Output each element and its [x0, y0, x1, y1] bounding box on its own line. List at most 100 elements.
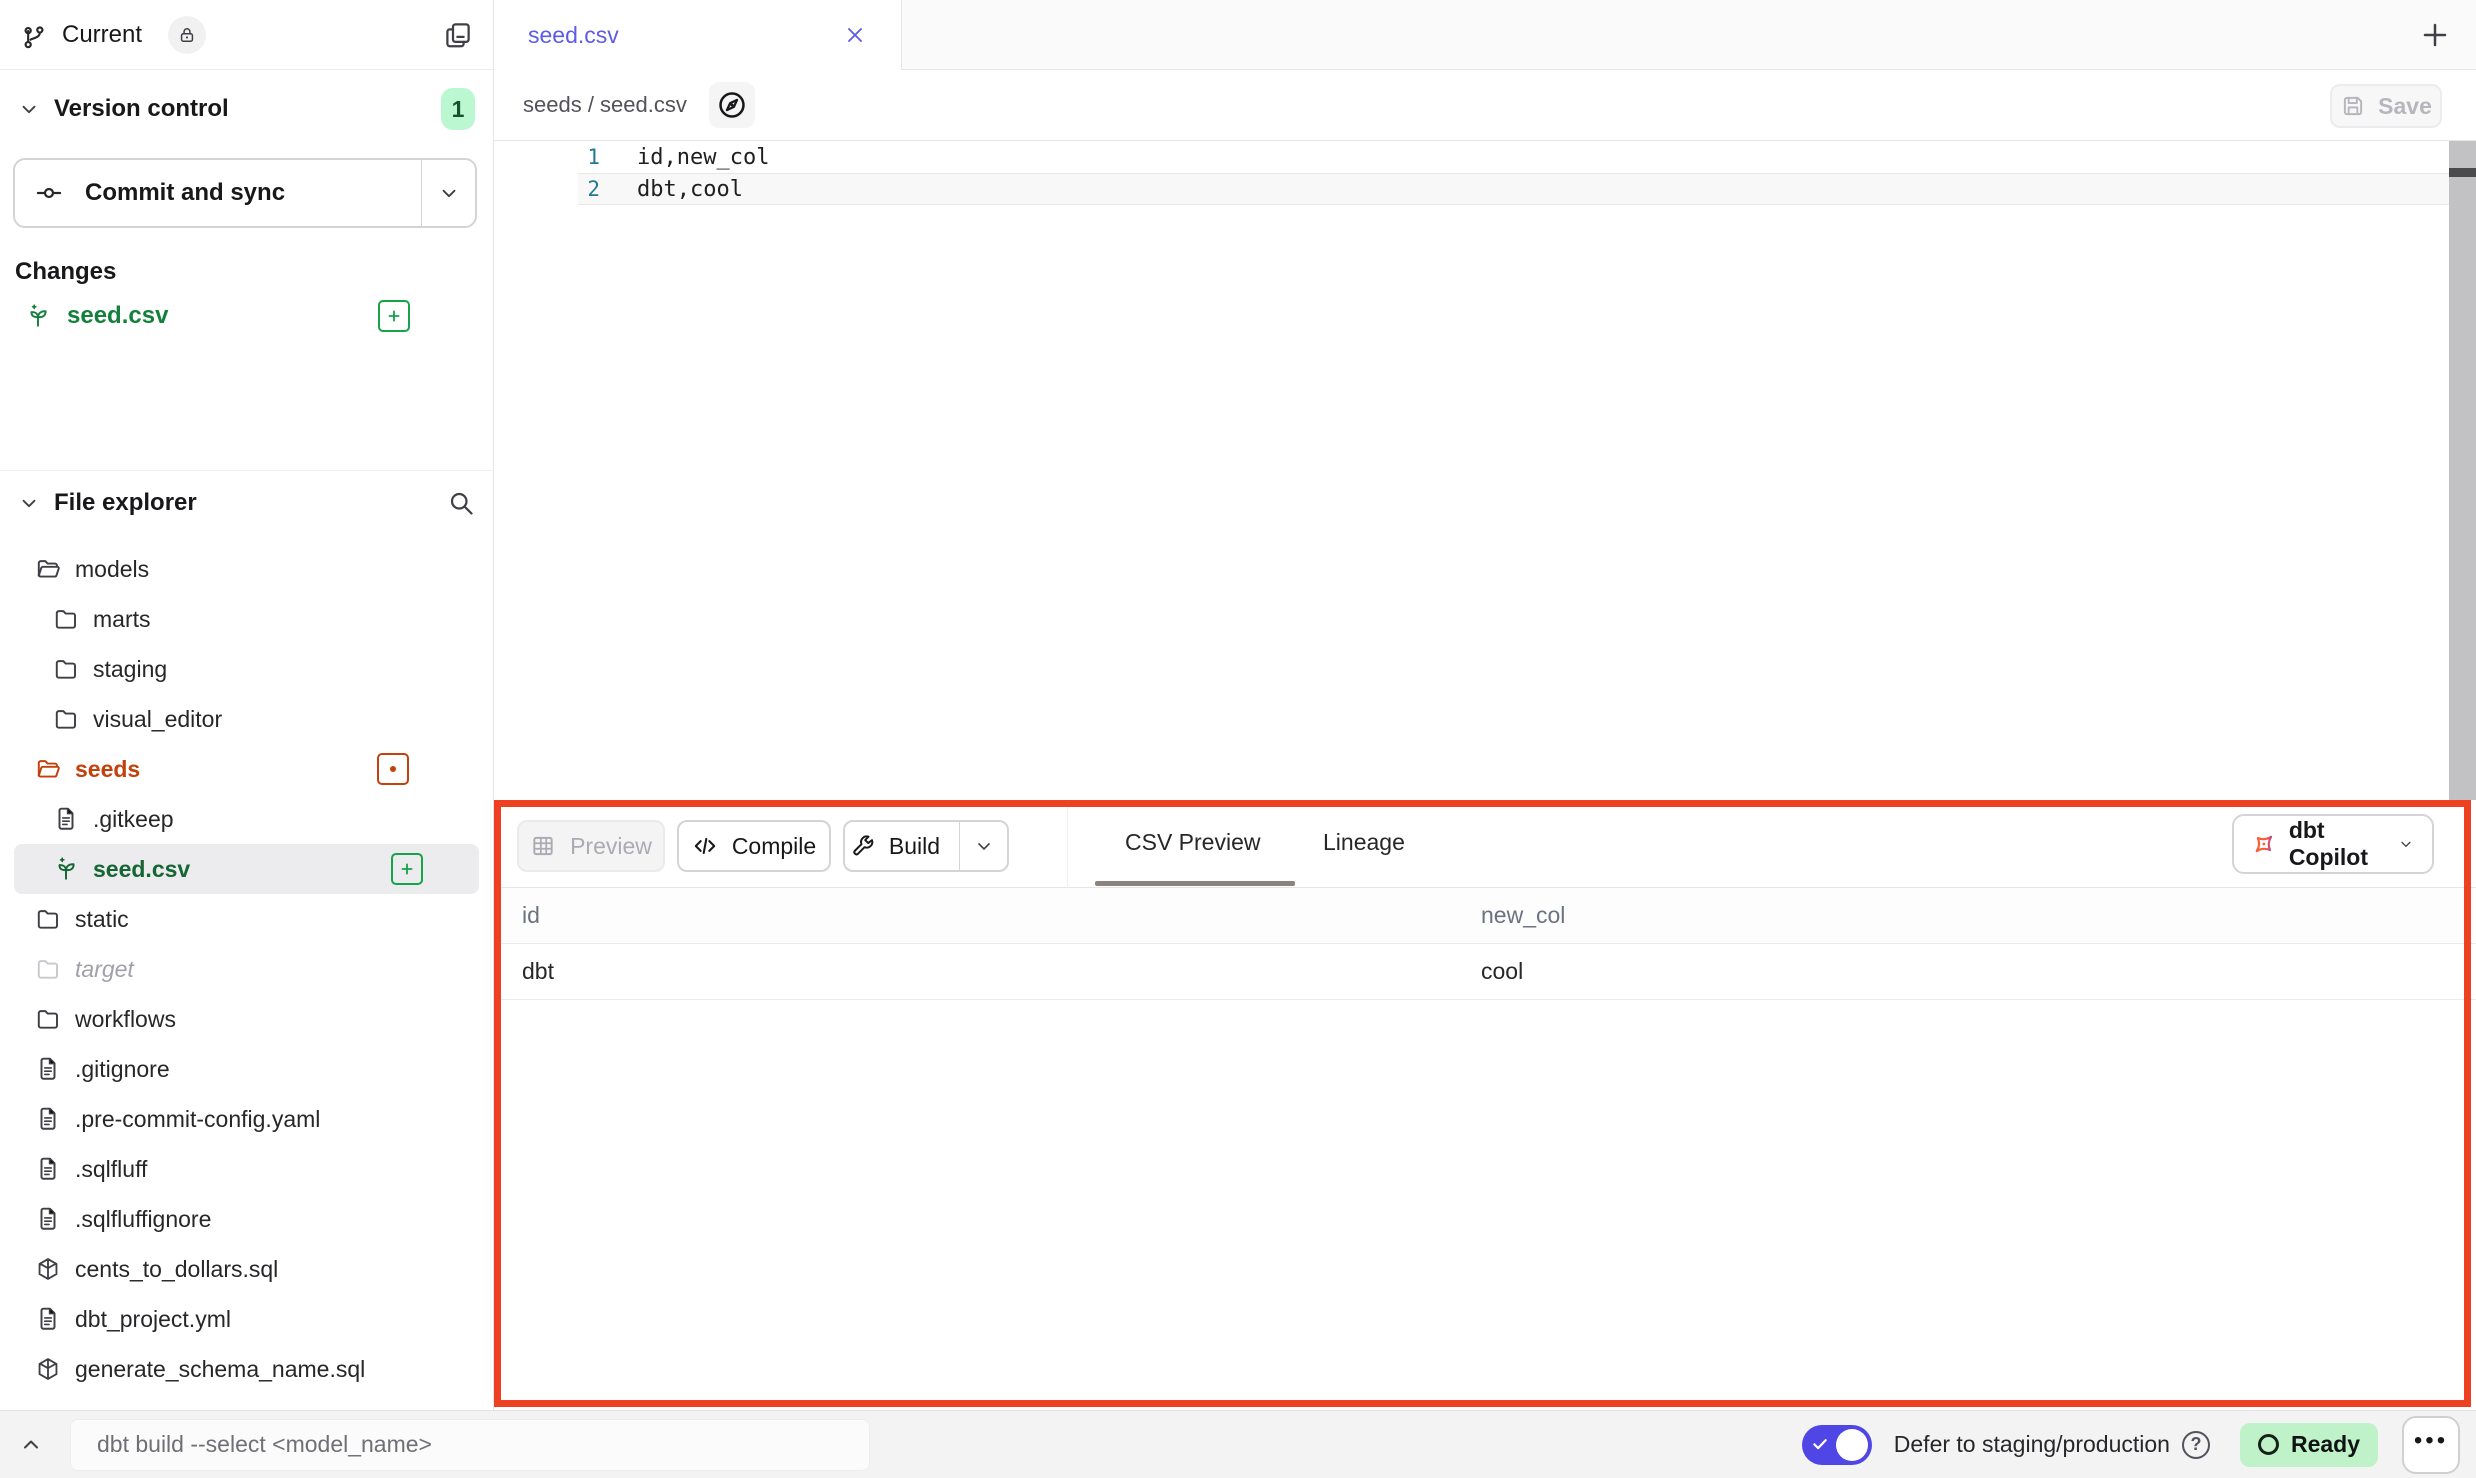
dbt-copilot-icon: [2252, 829, 2276, 859]
tree-item-staging[interactable]: staging: [14, 644, 479, 694]
changed-file-name: seed.csv: [67, 302, 168, 330]
chevron-down-icon: [18, 492, 40, 514]
changed-file-seed-csv[interactable]: seed.csv: [14, 294, 480, 338]
commit-and-sync-main[interactable]: Commit and sync: [15, 179, 421, 207]
changes-title: Changes: [15, 258, 116, 286]
folder-icon: [53, 656, 79, 682]
more-options-button[interactable]: •••: [2402, 1416, 2460, 1474]
file-icon: [35, 1306, 61, 1332]
plus-icon: [2420, 20, 2450, 50]
status-ring-icon: [2258, 1434, 2279, 1455]
toggle-knob: [1836, 1429, 1868, 1461]
tab-title: seed.csv: [528, 22, 619, 49]
commit-options-dropdown[interactable]: [421, 160, 475, 226]
commit-and-sync-label: Commit and sync: [85, 179, 285, 207]
expand-command-bar-button[interactable]: [0, 1411, 62, 1478]
file-icon: [35, 1156, 61, 1182]
tree-item-sqlfluff[interactable]: .sqlfluff: [14, 1144, 479, 1194]
branch-selector[interactable]: Current: [20, 16, 206, 54]
breadcrumb: seeds / seed.csv: [523, 92, 687, 118]
table-grid-icon: [530, 833, 556, 859]
lock-icon: [177, 25, 197, 45]
toolbar-divider: [1067, 800, 1068, 888]
new-tab-button[interactable]: [2420, 20, 2450, 50]
close-icon: [843, 23, 867, 47]
stage-file-button[interactable]: [378, 300, 410, 332]
chevron-down-icon: [438, 182, 460, 204]
tab-csv-preview[interactable]: CSV Preview: [1125, 800, 1260, 884]
folder-icon: [35, 906, 61, 932]
tree-item-label: generate_schema_name.sql: [75, 1356, 365, 1383]
defer-toggle[interactable]: [1802, 1425, 1872, 1465]
editor-line-1[interactable]: 1 id,new_col: [494, 141, 2476, 173]
tree-item-sqlfluffignore[interactable]: .sqlfluffignore: [14, 1194, 479, 1244]
file-search-button[interactable]: [447, 489, 475, 517]
tree-item-gitignore[interactable]: .gitignore: [14, 1044, 479, 1094]
tab-close-button[interactable]: [843, 23, 867, 47]
tree-item-target[interactable]: target: [14, 944, 479, 994]
tree-item-seed-csv[interactable]: seed.csv: [14, 844, 479, 894]
tab-seed-csv[interactable]: seed.csv: [494, 0, 902, 70]
compile-label: Compile: [732, 833, 816, 860]
tree-item-workflows[interactable]: workflows: [14, 994, 479, 1044]
compile-button[interactable]: Compile: [677, 820, 831, 872]
plus-icon: [397, 859, 417, 879]
build-button[interactable]: Build: [845, 833, 945, 860]
preview-button[interactable]: Preview: [517, 820, 665, 872]
tree-item-seeds[interactable]: seeds: [14, 744, 479, 794]
breadcrumb-bar: seeds / seed.csv Save: [494, 70, 2476, 141]
git-commit-icon: [35, 179, 63, 207]
build-options-dropdown[interactable]: [959, 822, 1007, 870]
seedling-icon: [53, 856, 79, 882]
chevron-down-icon: [18, 98, 40, 120]
editor-line-2[interactable]: 2 dbt,cool: [494, 173, 2476, 205]
file-explorer-header[interactable]: File explorer: [0, 478, 493, 528]
cell-id: dbt: [494, 958, 1481, 985]
chevron-up-icon: [19, 1433, 43, 1457]
duplicate-files-button[interactable]: [443, 20, 473, 50]
save-label: Save: [2378, 93, 2432, 120]
version-control-header[interactable]: Version control 1: [0, 84, 493, 134]
dbt-copilot-button[interactable]: dbt Copilot: [2232, 814, 2434, 874]
scrollbar-thumb[interactable]: [2449, 168, 2476, 177]
tree-item-gitkeep[interactable]: .gitkeep: [14, 794, 479, 844]
tab-lineage[interactable]: Lineage: [1323, 800, 1405, 884]
tree-item-models[interactable]: models: [14, 544, 479, 594]
editor-scrollbar[interactable]: [2449, 141, 2476, 800]
tree-item-static[interactable]: static: [14, 894, 479, 944]
tree-item-generate-schema-name[interactable]: generate_schema_name.sql: [14, 1344, 479, 1394]
tree-item-pre-commit-config[interactable]: .pre-commit-config.yaml: [14, 1094, 479, 1144]
chevron-down-icon: [2398, 834, 2414, 854]
column-header-new-col: new_col: [1481, 902, 1565, 929]
folder-open-icon: [35, 556, 61, 582]
panel-toolbar: Preview Compile Build CSV Preview: [494, 800, 2476, 888]
build-split-button[interactable]: Build: [843, 820, 1009, 872]
tree-item-visual-editor[interactable]: visual_editor: [14, 694, 479, 744]
commit-and-sync-button[interactable]: Commit and sync: [13, 158, 477, 228]
ide-status-badge[interactable]: Ready: [2240, 1423, 2378, 1467]
copilot-compass-button[interactable]: [709, 82, 755, 128]
csv-preview-table: id new_col dbt cool: [494, 888, 2476, 1000]
sidebar-header: Current: [0, 0, 493, 70]
folder-icon: [35, 1006, 61, 1032]
tree-item-cents-to-dollars[interactable]: cents_to_dollars.sql: [14, 1244, 479, 1294]
main-area: seed.csv seeds / seed.csv Save 1 id,: [494, 0, 2476, 1410]
line-number: 2: [494, 177, 600, 201]
save-button[interactable]: Save: [2330, 84, 2442, 128]
status-bar: Defer to staging/production ? Ready •••: [0, 1410, 2476, 1478]
wrench-icon: [850, 833, 876, 859]
tree-item-label: dbt_project.yml: [75, 1306, 231, 1333]
command-input[interactable]: [70, 1419, 870, 1471]
dbt-copilot-label: dbt Copilot: [2289, 817, 2385, 871]
tree-item-label: target: [75, 956, 134, 983]
compass-icon: [716, 89, 748, 121]
column-header-id: id: [494, 902, 1481, 929]
help-icon[interactable]: ?: [2182, 1431, 2210, 1459]
tree-item-label: staging: [93, 656, 167, 683]
tree-item-label: seed.csv: [93, 856, 190, 883]
code-editor[interactable]: 1 id,new_col 2 dbt,cool: [494, 141, 2476, 800]
stage-file-button[interactable]: [391, 853, 423, 885]
tree-item-marts[interactable]: marts: [14, 594, 479, 644]
tree-item-dbt-project-yml[interactable]: dbt_project.yml: [14, 1294, 479, 1344]
folder-modified-badge[interactable]: [377, 753, 409, 785]
